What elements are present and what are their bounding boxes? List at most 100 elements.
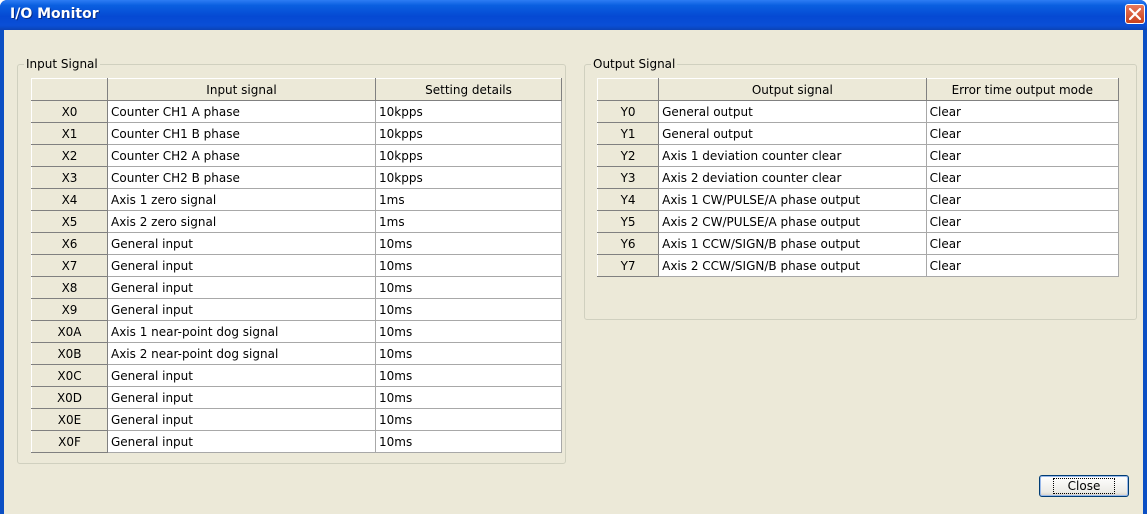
table-row[interactable]: Y3 Axis 2 deviation counter clear Clear [596, 166, 1120, 189]
table-row[interactable]: X0B Axis 2 near-point dog signal 10ms [31, 342, 562, 365]
table-row[interactable]: X1 Counter CH1 B phase 10kpps [31, 122, 562, 145]
setting-detail-cell[interactable]: 10kpps [375, 122, 562, 145]
table-row[interactable]: X0E General input 10ms [31, 408, 562, 431]
signal-name-cell[interactable]: Axis 1 deviation counter clear [658, 144, 927, 167]
signal-name-cell[interactable]: Counter CH2 A phase [107, 144, 376, 167]
output-header-id [596, 78, 660, 101]
dialog-body: Input Signal Input signal Setting detail… [4, 30, 1143, 514]
signal-name-cell[interactable]: General input [107, 386, 376, 409]
signal-name-cell[interactable]: General input [107, 232, 376, 255]
output-mode-cell[interactable]: Clear [925, 100, 1120, 123]
row-header-cell: Y5 [596, 210, 660, 233]
setting-detail-cell[interactable]: 10ms [375, 298, 562, 321]
signal-name-cell[interactable]: General input [107, 364, 376, 387]
signal-name-cell[interactable]: Counter CH1 A phase [107, 100, 376, 123]
table-row[interactable]: X9 General input 10ms [31, 298, 562, 321]
row-header-cell: X6 [31, 232, 108, 255]
signal-name-cell[interactable]: General input [107, 430, 376, 453]
setting-detail-cell[interactable]: 10kpps [375, 144, 562, 167]
output-mode-cell[interactable]: Clear [925, 122, 1120, 145]
output-header-mode: Error time output mode [925, 78, 1120, 101]
row-header-cell: X0D [31, 386, 108, 409]
signal-name-cell[interactable]: Axis 1 zero signal [107, 188, 376, 211]
table-row[interactable]: X8 General input 10ms [31, 276, 562, 299]
setting-detail-cell[interactable]: 10ms [375, 232, 562, 255]
table-row[interactable]: X7 General input 10ms [31, 254, 562, 277]
window-close-button[interactable] [1125, 4, 1145, 24]
table-row[interactable]: Y5 Axis 2 CW/PULSE/A phase output Clear [596, 210, 1120, 233]
table-row[interactable]: X5 Axis 2 zero signal 1ms [31, 210, 562, 233]
setting-detail-cell[interactable]: 10ms [375, 342, 562, 365]
output-table-header-row: Output signal Error time output mode [596, 78, 1120, 101]
table-row[interactable]: X0A Axis 1 near-point dog signal 10ms [31, 320, 562, 343]
setting-detail-cell[interactable]: 10ms [375, 386, 562, 409]
close-button[interactable]: Close [1039, 475, 1129, 497]
signal-name-cell[interactable]: Axis 2 CW/PULSE/A phase output [658, 210, 927, 233]
setting-detail-cell[interactable]: 10ms [375, 408, 562, 431]
setting-detail-cell[interactable]: 1ms [375, 210, 562, 233]
table-row[interactable]: X0C General input 10ms [31, 364, 562, 387]
row-header-cell: Y4 [596, 188, 660, 211]
output-mode-cell[interactable]: Clear [925, 210, 1120, 233]
table-row[interactable]: X4 Axis 1 zero signal 1ms [31, 188, 562, 211]
output-mode-cell[interactable]: Clear [925, 254, 1120, 277]
title-bar[interactable]: I/O Monitor [0, 0, 1147, 30]
table-row[interactable]: Y1 General output Clear [596, 122, 1120, 145]
row-header-cell: Y3 [596, 166, 660, 189]
signal-name-cell[interactable]: Counter CH2 B phase [107, 166, 376, 189]
row-header-cell: Y0 [596, 100, 660, 123]
output-mode-cell[interactable]: Clear [925, 166, 1120, 189]
output-mode-cell[interactable]: Clear [925, 144, 1120, 167]
input-signal-table: Input signal Setting details X0 Counter C… [31, 78, 562, 453]
table-row[interactable]: X0D General input 10ms [31, 386, 562, 409]
row-header-cell: X8 [31, 276, 108, 299]
table-row[interactable]: Y6 Axis 1 CCW/SIGN/B phase output Clear [596, 232, 1120, 255]
table-row[interactable]: X0 Counter CH1 A phase 10kpps [31, 100, 562, 123]
row-header-cell: X5 [31, 210, 108, 233]
table-row[interactable]: Y7 Axis 2 CCW/SIGN/B phase output Clear [596, 254, 1120, 277]
signal-name-cell[interactable]: Axis 2 zero signal [107, 210, 376, 233]
setting-detail-cell[interactable]: 10kpps [375, 100, 562, 123]
table-row[interactable]: Y2 Axis 1 deviation counter clear Clear [596, 144, 1120, 167]
input-header-detail: Setting details [375, 78, 562, 101]
close-button-label: Close [1052, 478, 1116, 494]
signal-name-cell[interactable]: Axis 2 CCW/SIGN/B phase output [658, 254, 927, 277]
setting-detail-cell[interactable]: 10ms [375, 254, 562, 277]
table-row[interactable]: Y0 General output Clear [596, 100, 1120, 123]
signal-name-cell[interactable]: Axis 2 deviation counter clear [658, 166, 927, 189]
output-mode-cell[interactable]: Clear [925, 188, 1120, 211]
setting-detail-cell[interactable]: 10ms [375, 320, 562, 343]
signal-name-cell[interactable]: General output [658, 100, 927, 123]
table-row[interactable]: X0F General input 10ms [31, 430, 562, 453]
table-row[interactable]: X3 Counter CH2 B phase 10kpps [31, 166, 562, 189]
setting-detail-cell[interactable]: 10ms [375, 364, 562, 387]
signal-name-cell[interactable]: Axis 2 near-point dog signal [107, 342, 376, 365]
setting-detail-cell[interactable]: 10kpps [375, 166, 562, 189]
signal-name-cell[interactable]: Axis 1 near-point dog signal [107, 320, 376, 343]
signal-name-cell[interactable]: Counter CH1 B phase [107, 122, 376, 145]
row-header-cell: X0B [31, 342, 108, 365]
row-header-cell: X0 [31, 100, 108, 123]
output-signal-group-label: Output Signal [591, 57, 678, 71]
signal-name-cell[interactable]: Axis 1 CCW/SIGN/B phase output [658, 232, 927, 255]
table-row[interactable]: X6 General input 10ms [31, 232, 562, 255]
table-row[interactable]: X2 Counter CH2 A phase 10kpps [31, 144, 562, 167]
signal-name-cell[interactable]: General output [658, 122, 927, 145]
setting-detail-cell[interactable]: 1ms [375, 188, 562, 211]
signal-name-cell[interactable]: Axis 1 CW/PULSE/A phase output [658, 188, 927, 211]
input-signal-group: Input Signal Input signal Setting detail… [17, 57, 566, 464]
table-row[interactable]: Y4 Axis 1 CW/PULSE/A phase output Clear [596, 188, 1120, 211]
row-header-cell: X1 [31, 122, 108, 145]
input-table-header-row: Input signal Setting details [31, 78, 562, 101]
signal-name-cell[interactable]: General input [107, 408, 376, 431]
output-mode-cell[interactable]: Clear [925, 232, 1120, 255]
row-header-cell: Y7 [596, 254, 660, 277]
input-header-id [31, 78, 108, 101]
signal-name-cell[interactable]: General input [107, 298, 376, 321]
signal-name-cell[interactable]: General input [107, 254, 376, 277]
setting-detail-cell[interactable]: 10ms [375, 276, 562, 299]
row-header-cell: X0A [31, 320, 108, 343]
setting-detail-cell[interactable]: 10ms [375, 430, 562, 453]
signal-name-cell[interactable]: General input [107, 276, 376, 299]
close-icon [1129, 8, 1141, 20]
